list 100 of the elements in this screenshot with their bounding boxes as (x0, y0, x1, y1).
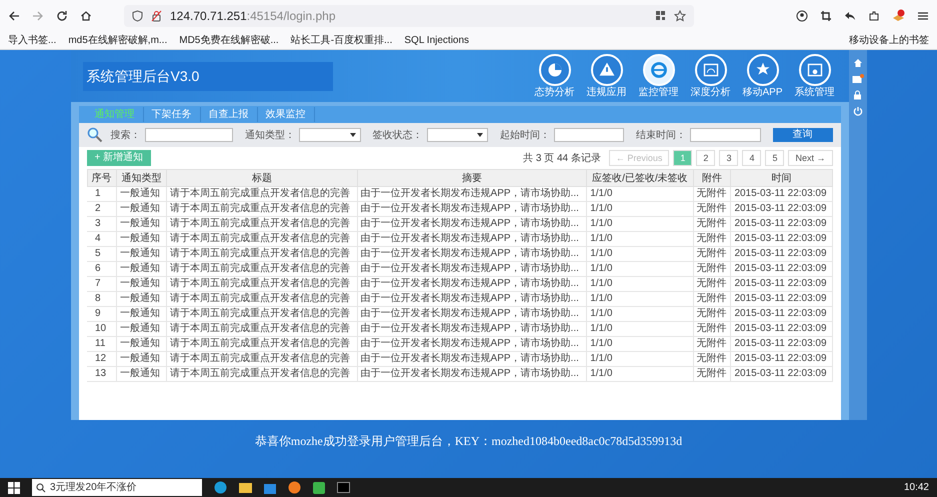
insecure-lock-icon (151, 10, 162, 22)
table-cell: 11 (87, 336, 117, 352)
crop-icon[interactable] (820, 10, 832, 22)
extension-badge-icon[interactable] (892, 9, 905, 22)
extensions-icon[interactable] (868, 10, 880, 22)
bookmark-link[interactable]: MD5免费在线解密破... (179, 32, 279, 48)
table-cell: 由于一位开发者长期发布违规APP，请市场协助... (357, 336, 587, 352)
bookmark-link[interactable]: 站长工具-百度权重排... (290, 32, 392, 48)
table-cell: 无附件 (693, 292, 731, 306)
next-page-button[interactable]: Next → (788, 150, 832, 166)
table-cell: 无附件 (693, 186, 731, 202)
table-cell: 3 (87, 216, 117, 232)
search-icon (86, 127, 102, 143)
table-cell: 一般通知 (116, 216, 166, 232)
nav-button[interactable] (798, 54, 830, 86)
table-cell: 由于一位开发者长期发布违规APP，请市场协助... (357, 366, 587, 382)
folder-icon[interactable] (239, 482, 252, 493)
table-cell: 一般通知 (116, 246, 166, 262)
terminal-icon[interactable] (337, 482, 350, 493)
windows-start-icon[interactable] (8, 482, 20, 494)
table-cell: 请于本周五前完成重点开发者信息的完善 (166, 352, 358, 366)
table-cell: 无附件 (693, 262, 731, 276)
nav-button[interactable] (538, 54, 570, 86)
column-header: 通知类型 (116, 170, 166, 186)
home-icon[interactable] (80, 10, 92, 22)
table-cell: 1/1/0 (586, 262, 694, 276)
nav-label: 态势分析 (534, 86, 574, 98)
table-cell: 请于本周五前完成重点开发者信息的完善 (166, 322, 358, 336)
table-cell: 13 (87, 366, 117, 382)
nav-button[interactable] (590, 54, 622, 86)
nav-label: 深度分析 (690, 86, 730, 98)
table-cell: 一般通知 (116, 352, 166, 366)
reload-icon[interactable] (56, 10, 68, 22)
table-cell: 请于本周五前完成重点开发者信息的完善 (166, 292, 358, 306)
shield-icon (132, 10, 143, 22)
page-button[interactable]: 4 (742, 150, 762, 166)
field-label: 签收状态： (372, 128, 423, 142)
table-cell: 1/1/0 (586, 246, 694, 262)
back-icon[interactable] (8, 10, 20, 22)
table-cell: 1/1/0 (586, 276, 694, 292)
record-count: 共 3 页 44 条记录 (523, 152, 601, 166)
table-cell: 由于一位开发者长期发布违规APP，请市场协助... (357, 306, 587, 322)
nav-button[interactable] (746, 54, 778, 86)
account-icon[interactable] (796, 10, 808, 22)
table-cell: 无附件 (693, 352, 731, 366)
bookmark-link[interactable]: SQL Injections (404, 32, 470, 48)
bookmark-link[interactable]: 导入书签... (8, 32, 56, 48)
query-button[interactable]: 查询 (772, 128, 833, 142)
field-label: 结束时间： (636, 128, 686, 142)
lock-icon[interactable] (853, 90, 862, 100)
table-cell: 由于一位开发者长期发布违规APP，请市场协助... (357, 352, 587, 366)
qr-code-icon[interactable] (655, 10, 666, 21)
nav-label: 系统管理 (794, 86, 834, 98)
table-cell: 一般通知 (116, 366, 166, 382)
table-cell: 2015-03-11 22:03:09 (730, 306, 832, 322)
page-button[interactable]: 2 (696, 150, 716, 166)
address-bar[interactable]: 124.70.71.251:45154/login.php (124, 4, 694, 26)
table-cell: 2015-03-11 22:03:09 (730, 246, 832, 262)
bookmark-link[interactable]: md5在线解密破解,m... (68, 32, 168, 48)
bookmarks-folder[interactable]: 移动设备上的书签 (849, 32, 929, 48)
table-cell: 一般通知 (116, 336, 166, 352)
table-cell: 2015-03-11 22:03:09 (730, 276, 832, 292)
table-cell: 1/1/0 (586, 186, 694, 202)
nav-button[interactable] (642, 54, 674, 86)
table-cell: 1/1/0 (586, 292, 694, 306)
table-cell: 无附件 (693, 306, 731, 322)
table-cell: 9 (87, 306, 117, 322)
field-label: 搜索： (110, 128, 140, 142)
taskbar-search-field[interactable]: 3元理发20年不涨价 (32, 479, 202, 496)
table-cell: 一般通知 (116, 306, 166, 322)
table-cell: 无附件 (693, 366, 731, 382)
table-cell: 请于本周五前完成重点开发者信息的完善 (166, 186, 358, 202)
mail-icon[interactable] (852, 74, 864, 84)
menu-icon[interactable] (917, 10, 929, 22)
app-icon[interactable] (313, 482, 325, 494)
page-button[interactable]: 5 (765, 150, 784, 166)
input-field[interactable] (690, 128, 761, 142)
star-icon[interactable] (674, 10, 686, 22)
nav-button[interactable] (694, 54, 726, 86)
table-cell: 6 (87, 262, 117, 276)
table-cell: 2015-03-11 22:03:09 (730, 352, 832, 366)
input-field[interactable] (144, 128, 234, 142)
table-cell: 2015-03-11 22:03:09 (730, 366, 832, 382)
table-cell: 由于一位开发者长期发布违规APP，请市场协助... (357, 232, 587, 246)
table-cell: 请于本周五前完成重点开发者信息的完善 (166, 336, 358, 352)
table-cell: 5 (87, 246, 117, 262)
table-cell: 由于一位开发者长期发布违规APP，请市场协助... (357, 322, 587, 336)
table-cell: 一般通知 (116, 202, 166, 216)
column-header: 应签收/已签收/未签收 (586, 170, 694, 186)
table-cell: 2015-03-11 22:03:09 (730, 262, 832, 276)
table-cell: 请于本周五前完成重点开发者信息的完善 (166, 306, 358, 322)
table-cell: 一般通知 (116, 186, 166, 202)
table-cell: 由于一位开发者长期发布违规APP，请市场协助... (357, 262, 587, 276)
page-button[interactable]: 3 (719, 150, 738, 166)
power-icon[interactable] (852, 106, 862, 116)
input-field[interactable] (554, 128, 624, 142)
table-cell: 7 (87, 276, 117, 292)
column-header: 时间 (730, 170, 832, 186)
clock-time: 10:42 (904, 481, 929, 495)
undo-icon[interactable] (844, 10, 856, 22)
